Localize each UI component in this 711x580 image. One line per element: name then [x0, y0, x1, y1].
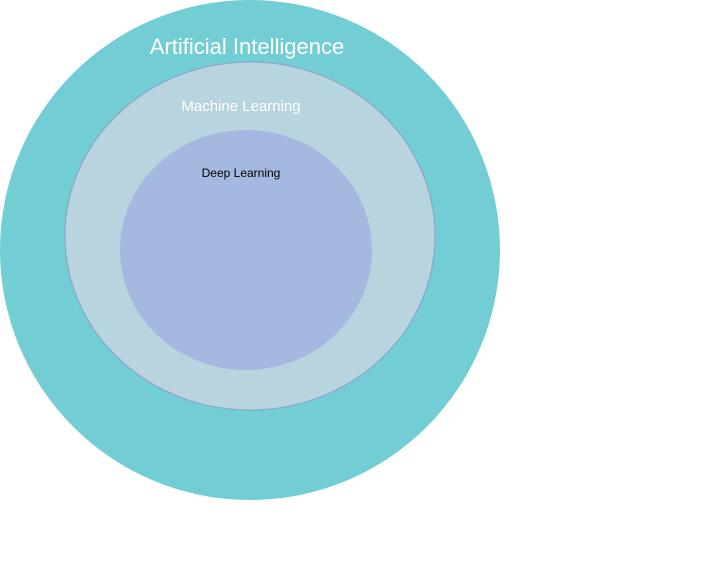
dl-label: Deep Learning	[202, 166, 281, 180]
ai-label: Artificial Intelligence	[150, 34, 344, 59]
ai-ml-dl-diagram: Artificial Intelligence Machine Learning…	[0, 0, 500, 500]
ml-label: Machine Learning	[181, 98, 300, 115]
